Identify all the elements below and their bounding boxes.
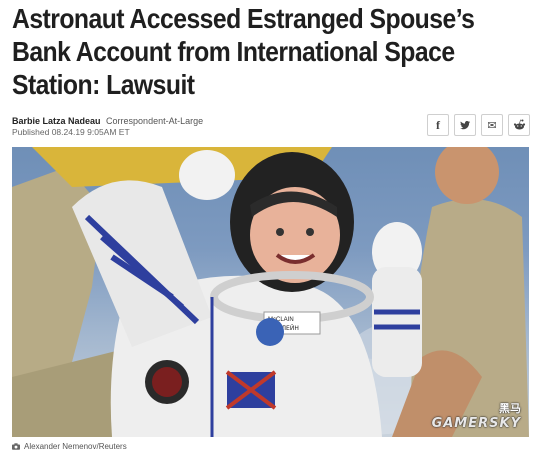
camera-icon bbox=[12, 443, 20, 450]
photo-credit-text: Alexander Nemenov/Reuters bbox=[24, 442, 127, 451]
article-headline: Astronaut Accessed Estranged Spouse’s Ba… bbox=[12, 3, 475, 100]
author-link[interactable]: Barbie Latza Nadeau bbox=[12, 116, 101, 126]
gamersky-watermark: 黑马 GAMERSKY bbox=[432, 400, 521, 431]
watermark-line2: GAMERSKY bbox=[431, 416, 521, 431]
published-date: Published 08.24.19 9:05AM ET bbox=[12, 127, 130, 137]
mail-icon: ✉ bbox=[487, 119, 497, 132]
author-role: Correspondent-At-Large bbox=[106, 116, 204, 126]
watermark-line1: 黑马 bbox=[499, 402, 521, 415]
email-share-button[interactable]: ✉ bbox=[481, 114, 503, 136]
reddit-share-button[interactable] bbox=[508, 114, 530, 136]
article-photo: McCLAIN МАКЛЕЙН 黑马 GAMERSKY bbox=[12, 147, 529, 437]
reddit-icon bbox=[513, 119, 525, 130]
photo-credit: Alexander Nemenov/Reuters bbox=[12, 442, 127, 451]
byline: Barbie Latza Nadeau Correspondent-At-Lar… bbox=[12, 115, 203, 127]
facebook-share-button[interactable]: f bbox=[427, 114, 449, 136]
twitter-icon bbox=[460, 121, 471, 130]
share-bar: f ✉ bbox=[427, 114, 530, 136]
facebook-icon: f bbox=[436, 117, 440, 132]
twitter-share-button[interactable] bbox=[454, 114, 476, 136]
